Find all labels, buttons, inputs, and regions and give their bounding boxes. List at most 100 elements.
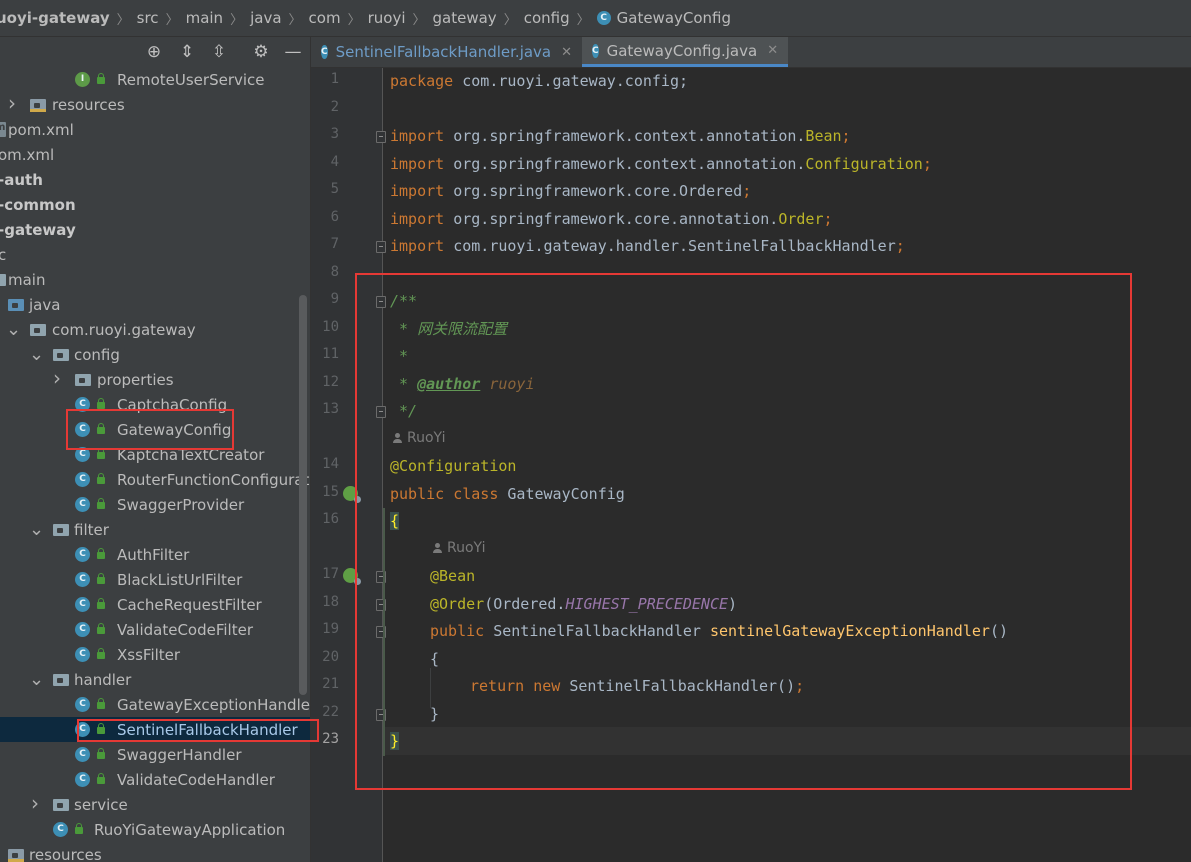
- chevron-right-icon[interactable]: [51, 372, 63, 386]
- tree-item-gateway-application[interactable]: C RuoYiGatewayApplication: [0, 817, 310, 842]
- chevron-down-icon[interactable]: [29, 674, 41, 688]
- expand-all-icon[interactable]: ⇕: [176, 41, 198, 63]
- tree-item-label: service: [74, 795, 128, 814]
- source-folder-icon: [8, 299, 24, 311]
- tree-item-sentinel-fallback-handler[interactable]: C SentinelFallbackHandler: [0, 717, 310, 742]
- breadcrumb-module[interactable]: uoyi-gateway: [0, 9, 110, 27]
- lock-icon: [97, 423, 105, 434]
- tree-item-validate-code-handler[interactable]: C ValidateCodeHandler: [0, 767, 310, 792]
- tree-item-validate-code-filter[interactable]: C ValidateCodeFilter: [0, 617, 310, 642]
- tree-item-label: ValidateCodeHandler: [117, 770, 275, 789]
- breadcrumb-gateway[interactable]: gateway: [433, 9, 497, 27]
- lock-icon: [97, 398, 105, 409]
- tree-item-swagger-provider[interactable]: C SwaggerProvider: [0, 492, 310, 517]
- tree-item-kaptcha-text-creator[interactable]: C KaptchaTextCreator: [0, 442, 310, 467]
- spring-bean-gutter-icon[interactable]: [343, 568, 361, 585]
- tree-item-xss-filter[interactable]: C XssFilter: [0, 642, 310, 667]
- code-line-3: import org.springframework.context.annot…: [390, 125, 851, 147]
- author-hint[interactable]: RuoYi: [432, 540, 485, 556]
- tree-item-package-filter[interactable]: filter: [0, 517, 310, 542]
- tree-item-label: SwaggerProvider: [117, 495, 245, 514]
- fold-icon[interactable]: [376, 296, 386, 308]
- tree-item-resources[interactable]: resources: [0, 92, 310, 117]
- tree-item-module-common[interactable]: -common: [0, 192, 310, 217]
- gear-icon[interactable]: ⚙: [250, 41, 272, 63]
- crosshair-icon[interactable]: ⊕: [143, 41, 165, 63]
- semicolon: ;: [841, 127, 851, 145]
- spring-bean-gutter-icon[interactable]: [343, 486, 361, 503]
- tree-item-resources-main[interactable]: resources: [0, 842, 310, 862]
- code-line-11: *: [390, 347, 409, 365]
- code-text: ): [728, 595, 738, 613]
- line-number: 17: [322, 566, 339, 582]
- tree-item-main[interactable]: main: [0, 267, 310, 292]
- fold-icon[interactable]: [376, 131, 386, 143]
- breadcrumb-separator: 〉: [165, 12, 179, 28]
- tab-sentinel-fallback-handler[interactable]: C SentinelFallbackHandler.java ✕: [311, 37, 579, 67]
- tree-item-package-service[interactable]: service: [0, 792, 310, 817]
- tree-item-src[interactable]: c: [0, 242, 310, 267]
- package-icon: [53, 799, 69, 811]
- collapse-all-icon[interactable]: ⇳: [208, 41, 230, 63]
- breadcrumb-separator: 〉: [503, 12, 517, 28]
- keyword: public: [430, 622, 494, 640]
- tree-item-pom[interactable]: pom.xml: [0, 117, 310, 142]
- fold-icon[interactable]: [376, 406, 386, 418]
- tree-item-pom[interactable]: om.xml: [0, 142, 310, 167]
- tree-scrollbar[interactable]: [299, 295, 307, 695]
- tree-item-cache-request-filter[interactable]: C CacheRequestFilter: [0, 592, 310, 617]
- tab-gateway-config[interactable]: C GatewayConfig.java ✕: [582, 37, 788, 67]
- close-icon[interactable]: ✕: [561, 45, 572, 60]
- lock-icon: [97, 623, 105, 634]
- breadcrumb-java[interactable]: java: [250, 9, 281, 27]
- chevron-down-icon[interactable]: [29, 349, 41, 363]
- author-hint[interactable]: RuoYi: [392, 430, 445, 446]
- chevron-down-icon[interactable]: [29, 524, 41, 538]
- chevron-right-icon[interactable]: [29, 797, 41, 811]
- tree-item-swagger-handler[interactable]: C SwaggerHandler: [0, 742, 310, 767]
- author-name: RuoYi: [447, 540, 486, 556]
- tree-item-java[interactable]: java: [0, 292, 310, 317]
- breadcrumb-ruoyi[interactable]: ruoyi: [368, 9, 406, 27]
- minimize-icon[interactable]: —: [282, 41, 304, 63]
- chevron-down-icon[interactable]: [6, 324, 18, 338]
- tree-item-remote-user-service[interactable]: I RemoteUserService: [0, 67, 310, 92]
- annotation: @Order: [430, 595, 485, 613]
- tree-item-gateway-config[interactable]: C GatewayConfig: [0, 417, 310, 442]
- code-editor[interactable]: 1 2 3 4 5 6 7 8 9 10 11 12 13 14 15 16 1…: [311, 68, 1191, 862]
- breadcrumb-src[interactable]: src: [137, 9, 159, 27]
- breadcrumb-main[interactable]: main: [186, 9, 223, 27]
- package-icon: [75, 374, 91, 386]
- fold-icon[interactable]: [376, 241, 386, 253]
- lock-icon: [97, 773, 105, 784]
- tree-item-package-handler[interactable]: handler: [0, 667, 310, 692]
- close-icon[interactable]: ✕: [767, 43, 778, 58]
- line-number: 15: [322, 484, 339, 500]
- tree-item-package-config[interactable]: config: [0, 342, 310, 367]
- tree-item-package-gateway[interactable]: com.ruoyi.gateway: [0, 317, 310, 342]
- breadcrumb-class[interactable]: GatewayConfig: [617, 9, 731, 27]
- tree-item-label: com.ruoyi.gateway: [52, 320, 196, 339]
- breadcrumb-separator: 〉: [116, 12, 130, 28]
- code-line-7: import com.ruoyi.gateway.handler.Sentine…: [390, 235, 905, 257]
- tree-item-auth-filter[interactable]: C AuthFilter: [0, 542, 310, 567]
- class-name: GatewayConfig: [507, 485, 625, 503]
- tab-label: SentinelFallbackHandler.java: [335, 43, 552, 61]
- chevron-right-icon[interactable]: [6, 97, 18, 111]
- line-number: 1: [330, 71, 339, 87]
- semicolon: ;: [922, 155, 932, 173]
- line-number: 8: [330, 264, 339, 280]
- tree-item-black-list-url-filter[interactable]: C BlackListUrlFilter: [0, 567, 310, 592]
- class-icon: C: [75, 597, 90, 612]
- breadcrumb-config[interactable]: config: [524, 9, 570, 27]
- line-number: 19: [322, 621, 339, 637]
- breadcrumb-com[interactable]: com: [309, 9, 341, 27]
- tree-item-router-function-configuration[interactable]: C RouterFunctionConfiguration: [0, 467, 310, 492]
- tree-item-captcha-config[interactable]: C CaptchaConfig: [0, 392, 310, 417]
- tree-item-module-gateway[interactable]: -gateway: [0, 217, 310, 242]
- code-line-22: }: [430, 705, 440, 723]
- tree-item-module-auth[interactable]: -auth: [0, 167, 310, 192]
- editor-gutter: 1 2 3 4 5 6 7 8 9 10 11 12 13 14 15 16 1…: [311, 68, 386, 862]
- tree-item-gateway-exception-handler[interactable]: C GatewayExceptionHandler: [0, 692, 310, 717]
- tree-item-package-properties[interactable]: properties: [0, 367, 310, 392]
